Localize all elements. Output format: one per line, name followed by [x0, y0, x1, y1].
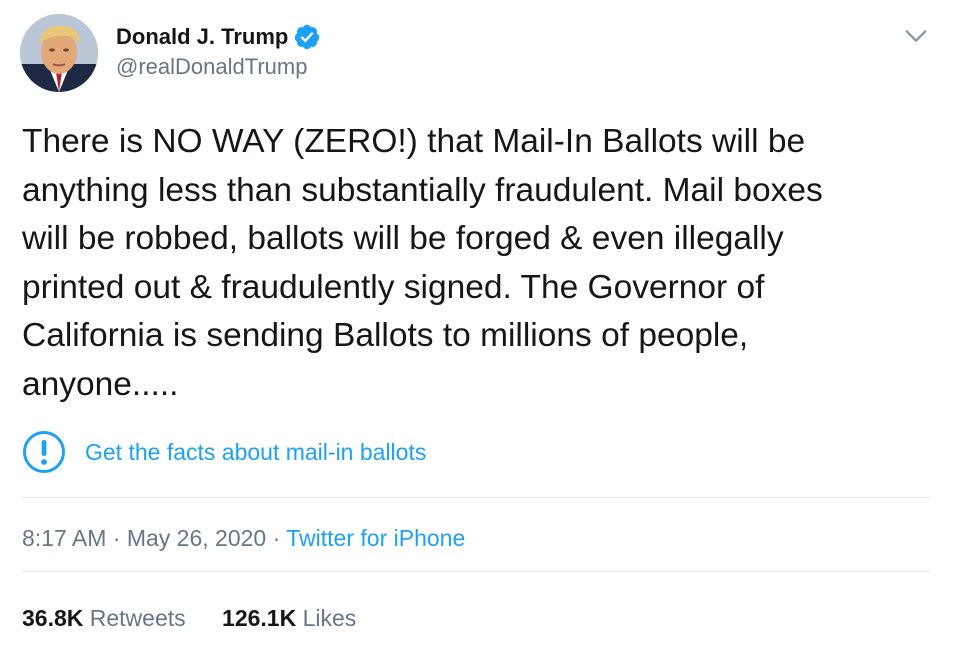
tweet-source-link[interactable]: Twitter for iPhone	[286, 525, 465, 551]
tweet-stats: 36.8K Retweets 126.1K Likes	[22, 605, 386, 632]
retweets-count: 36.8K	[22, 605, 84, 631]
handle[interactable]: @realDonaldTrump	[116, 54, 307, 80]
fact-check-notice[interactable]: Get the facts about mail-in ballots	[22, 430, 426, 474]
fact-check-link[interactable]: Get the facts about mail-in ballots	[85, 439, 426, 466]
verified-badge-icon	[295, 24, 320, 50]
tweet-meta: 8:17 AM · May 26, 2020 · Twitter for iPh…	[22, 525, 465, 552]
likes-stat[interactable]: 126.1K Likes	[222, 605, 356, 632]
profile-photo-icon	[20, 14, 98, 92]
likes-count: 126.1K	[222, 605, 297, 631]
retweets-label: Retweets	[89, 605, 186, 631]
tweet-time[interactable]: 8:17 AM	[22, 525, 106, 551]
exclamation-circle-icon	[23, 431, 65, 473]
chevron-down-icon[interactable]	[902, 22, 930, 50]
meta-separator: ·	[112, 525, 121, 551]
retweets-stat[interactable]: 36.8K Retweets	[22, 605, 186, 632]
display-name[interactable]: Donald J. Trump	[116, 24, 288, 50]
divider	[22, 497, 930, 498]
name-row: Donald J. Trump	[116, 22, 321, 52]
divider	[22, 571, 930, 572]
meta-separator: ·	[272, 525, 281, 551]
avatar[interactable]	[20, 14, 98, 92]
tweet-date[interactable]: May 26, 2020	[127, 525, 266, 551]
likes-label: Likes	[302, 605, 357, 631]
tweet-card: Donald J. Trump @realDonaldTrump There i…	[0, 0, 954, 656]
tweet-text: There is NO WAY (ZERO!) that Mail-In Bal…	[22, 123, 823, 403]
